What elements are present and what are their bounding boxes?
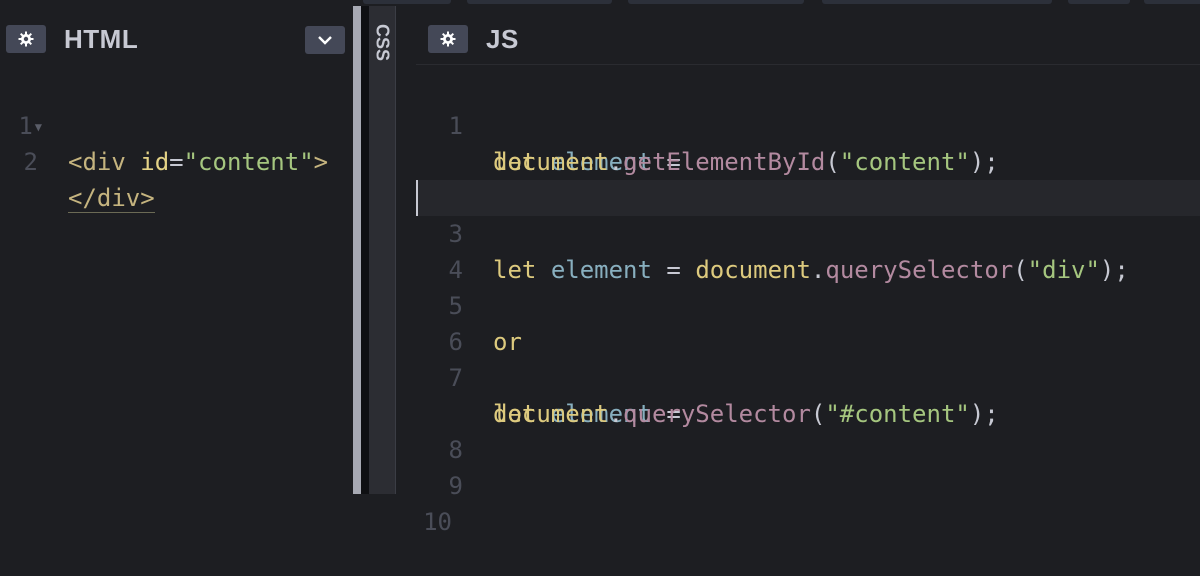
code-line: 8	[416, 396, 1200, 464]
js-code-editor[interactable]: 1 let element = document.getElementById(…	[416, 72, 1200, 536]
pane-divider	[395, 6, 416, 494]
code-line: 6	[416, 288, 1200, 356]
line-number: 2	[23, 148, 38, 176]
js-pane-title: JS	[486, 23, 519, 54]
pane-divider	[361, 6, 369, 494]
html-dropdown-button[interactable]	[305, 26, 345, 54]
html-settings-button[interactable]	[6, 25, 46, 53]
toolbar-button-partial[interactable]	[628, 0, 804, 4]
pane-resize-scrollbar[interactable]	[353, 6, 361, 494]
html-attr-value: "content"	[183, 148, 314, 176]
toolbar-button-partial[interactable]	[467, 0, 612, 4]
code-line: 2	[416, 144, 1200, 212]
html-pane-header: HTML	[0, 14, 353, 64]
line-number: 10	[423, 508, 452, 536]
code-line: 9	[416, 432, 1200, 500]
toolbar-button-partial[interactable]	[1144, 0, 1200, 4]
html-closing-tag: </div>	[68, 184, 155, 213]
html-tag-close: >	[313, 148, 329, 176]
toolbar-button-partial[interactable]	[822, 0, 1052, 4]
html-attribute: id	[140, 148, 170, 176]
code-line: 1 let element =	[416, 72, 1200, 176]
gear-icon	[18, 31, 34, 47]
toolbar-button-partial[interactable]	[1068, 0, 1130, 4]
toolbar-button-partial[interactable]	[363, 0, 451, 4]
js-editor-pane: JS 1 let element = document.getElementBy…	[416, 6, 1200, 536]
html-editor-pane: HTML 1 ▼ <div id="content"> 2 </div>	[0, 6, 353, 494]
css-editor-pane-collapsed[interactable]: CSS	[369, 6, 395, 494]
chevron-down-icon	[318, 36, 332, 45]
header-divider	[416, 64, 1200, 65]
code-line: 4	[416, 216, 1200, 284]
code-line-wrapped: document.querySelector("#content");	[416, 360, 1200, 428]
html-equals: =	[169, 148, 184, 176]
gear-icon	[440, 31, 456, 47]
code-line-wrapped: document.getElementById("content");	[416, 108, 1200, 176]
html-pane-title: HTML	[64, 23, 139, 54]
code-line: 7 let element =	[416, 324, 1200, 428]
js-pane-header: JS	[422, 14, 1200, 64]
html-code-editor[interactable]: 1 ▼ <div id="content"> 2 </div>	[0, 72, 353, 494]
code-line: 5 or	[416, 252, 1200, 356]
code-line-active: 3 let element = document.querySelector("…	[416, 180, 1200, 284]
code-line: 1 ▼ <div id="content">	[0, 72, 353, 176]
code-line: 10	[416, 468, 1200, 536]
css-pane-title[interactable]: CSS	[369, 24, 395, 61]
js-settings-button[interactable]	[428, 25, 468, 53]
code-line: 2 </div>	[0, 108, 353, 213]
